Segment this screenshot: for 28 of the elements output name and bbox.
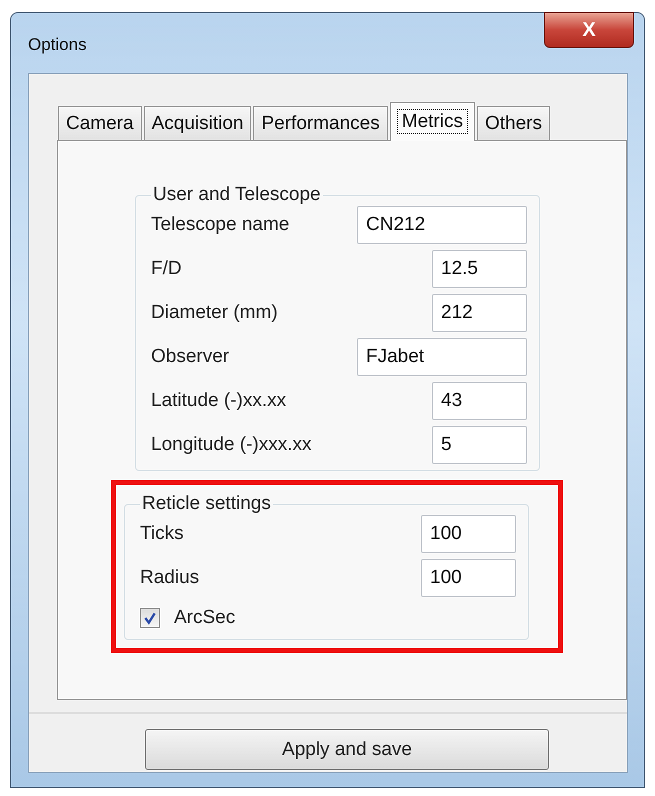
apply-button[interactable]: Apply and save	[145, 729, 549, 770]
input-field[interactable]: 100	[421, 559, 516, 597]
field-label: Longitude (-)xxx.xx	[151, 434, 312, 456]
input-field[interactable]: 12.5	[432, 250, 527, 288]
tab[interactable]: Camera	[58, 106, 142, 140]
field-label: F/D	[151, 258, 182, 280]
checkbox-label: ArcSec	[174, 607, 236, 629]
input-field[interactable]: FJabet	[357, 338, 527, 376]
field-label: Diameter (mm)	[151, 302, 278, 324]
field-label: Telescope name	[151, 214, 290, 236]
input-field[interactable]: 43	[432, 382, 527, 420]
input-field[interactable]: 100	[421, 515, 516, 553]
input-field[interactable]: 212	[432, 294, 527, 332]
tab[interactable]: Performances	[253, 106, 388, 140]
window-title: Options	[28, 35, 87, 55]
input-field[interactable]: CN212	[357, 206, 527, 244]
group-title: Reticle settings	[141, 493, 272, 515]
field-label: Ticks	[140, 523, 184, 545]
field-label: Radius	[140, 567, 200, 589]
tab[interactable]: Acquisition	[144, 106, 252, 140]
group-title: User and Telescope	[152, 184, 322, 206]
checkbox[interactable]	[140, 608, 160, 628]
field-label: Observer	[151, 346, 230, 368]
tab[interactable]: Others	[476, 106, 550, 140]
field-label: Latitude (-)xx.xx	[151, 390, 286, 412]
tab[interactable]: Metrics	[390, 102, 475, 141]
close-button[interactable]: X	[544, 12, 634, 48]
input-field[interactable]: 5	[432, 426, 527, 464]
